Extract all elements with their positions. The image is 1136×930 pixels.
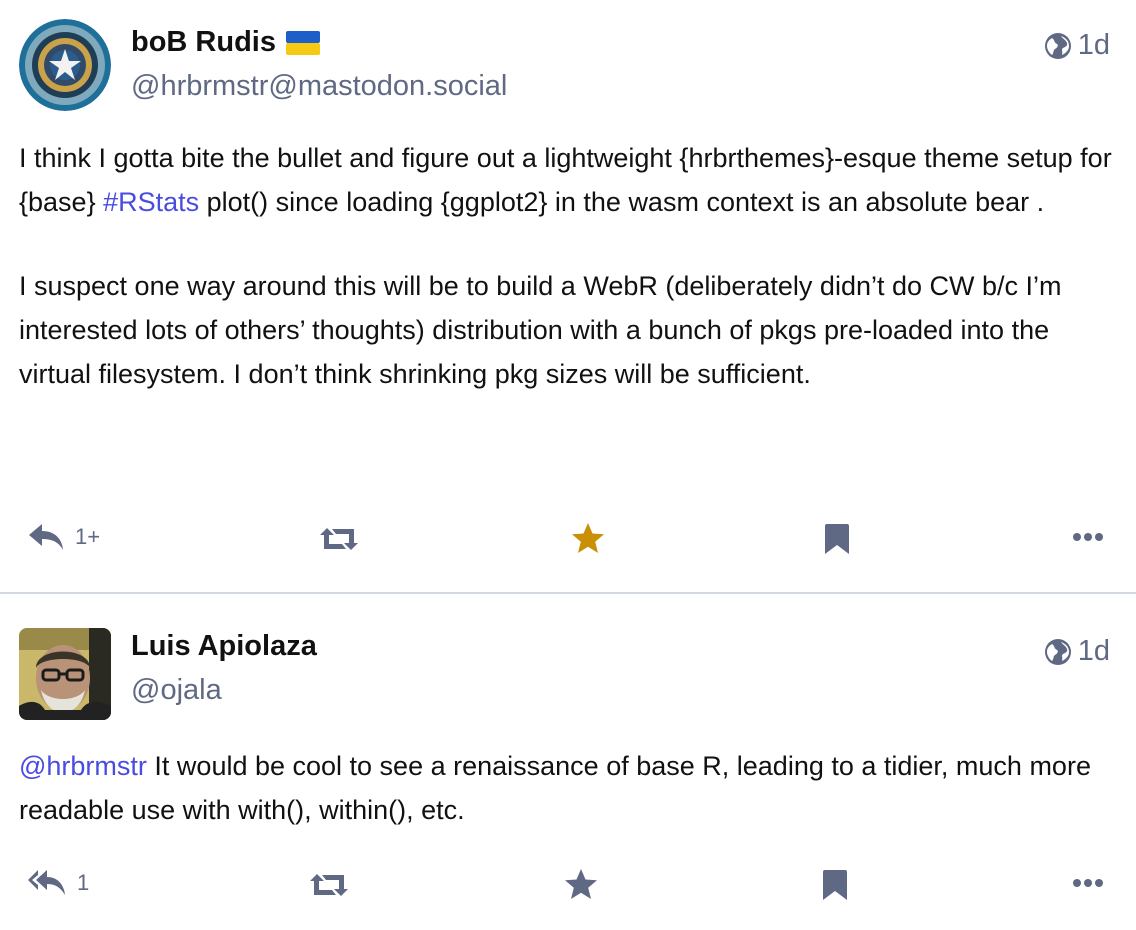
action-bar: 1 xyxy=(0,860,1136,910)
hashtag-link[interactable]: #RStats xyxy=(103,187,199,217)
bookmark-icon xyxy=(823,870,847,900)
bookmark-button[interactable] xyxy=(822,869,848,901)
boost-button[interactable] xyxy=(308,872,350,898)
content-paragraph: I think I gotta bite the bullet and figu… xyxy=(19,143,1112,217)
reply-button[interactable]: 1+ xyxy=(27,522,100,552)
status-content: I think I gotta bite the bullet and figu… xyxy=(19,136,1116,396)
avatar[interactable] xyxy=(19,628,111,720)
boost-button[interactable] xyxy=(318,526,360,552)
globe-icon xyxy=(1044,32,1071,59)
status-meta[interactable]: 1d xyxy=(1044,29,1110,62)
author-display-name[interactable]: Luis Apiolaza xyxy=(131,630,317,663)
action-bar: 1+ xyxy=(0,514,1136,564)
reply-icon xyxy=(29,524,63,550)
reply-all-button[interactable]: 1 xyxy=(27,868,89,898)
status-meta[interactable]: 1d xyxy=(1044,635,1110,668)
globe-icon xyxy=(1044,638,1071,665)
star-icon xyxy=(572,523,604,553)
content-paragraph: @hrbrmstr It would be cool to see a rena… xyxy=(19,751,1091,825)
boost-icon xyxy=(320,528,358,550)
status-post: Luis Apiolaza @ojala 1d @hrbrmstr It wou… xyxy=(0,594,1136,930)
more-button[interactable] xyxy=(1072,878,1104,888)
timestamp: 1d xyxy=(1077,635,1110,667)
boost-icon xyxy=(310,874,348,896)
author-name-text: Luis Apiolaza xyxy=(131,630,317,662)
content-paragraph: I suspect one way around this will be to… xyxy=(19,271,1062,389)
more-button[interactable] xyxy=(1072,532,1104,542)
favourite-button[interactable] xyxy=(564,868,598,900)
mention-link[interactable]: @hrbrmstr xyxy=(19,751,147,781)
reply-all-icon xyxy=(28,870,65,895)
ukraine-flag-icon xyxy=(286,30,320,55)
bookmark-button[interactable] xyxy=(824,523,850,555)
reply-count: 1 xyxy=(77,870,90,895)
status-post: boB Rudis @hrbrmstr@mastodon.social 1d I… xyxy=(0,0,1136,594)
avatar[interactable] xyxy=(19,19,111,111)
author-name-text: boB Rudis xyxy=(131,26,276,58)
more-icon xyxy=(1073,533,1103,541)
author-handle[interactable]: @hrbrmstr@mastodon.social xyxy=(131,70,507,103)
more-icon xyxy=(1073,879,1103,887)
star-icon xyxy=(565,869,597,899)
bookmark-icon xyxy=(825,524,849,554)
timestamp: 1d xyxy=(1077,29,1110,61)
reply-count: 1+ xyxy=(75,524,101,549)
author-display-name[interactable]: boB Rudis xyxy=(131,26,320,59)
status-content: @hrbrmstr It would be cool to see a rena… xyxy=(19,744,1116,832)
author-handle[interactable]: @ojala xyxy=(131,674,222,707)
favourite-button[interactable] xyxy=(571,522,605,554)
